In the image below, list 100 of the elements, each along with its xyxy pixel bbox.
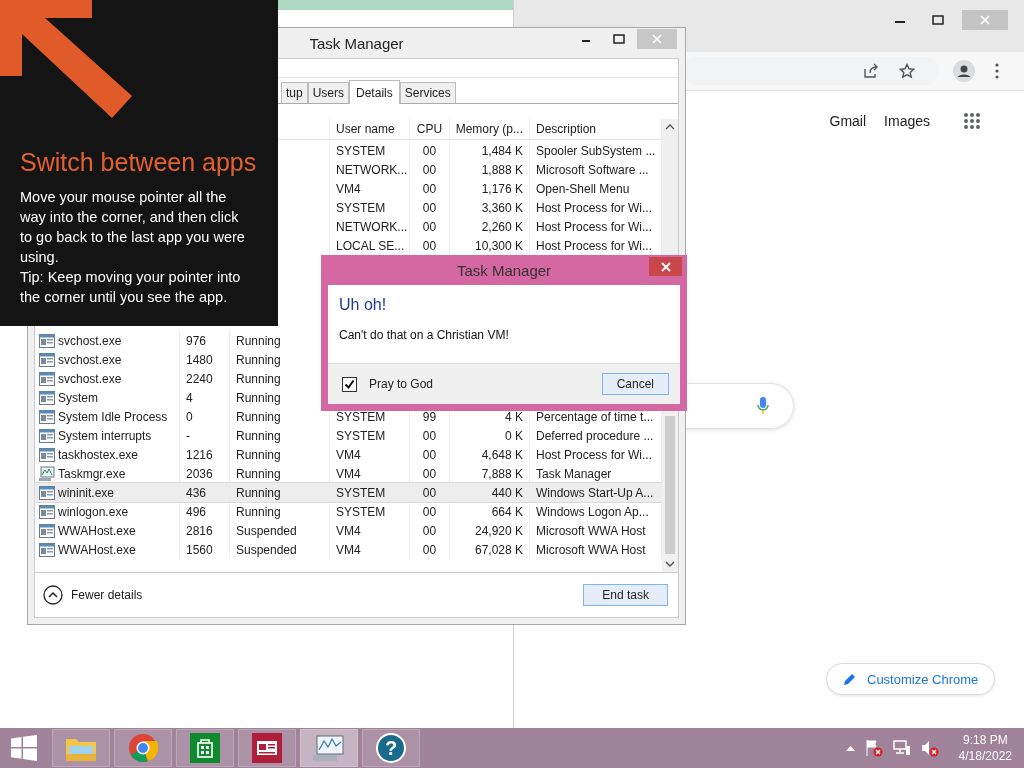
scroll-up-icon[interactable] <box>665 123 675 131</box>
table-cell: SYSTEM <box>336 428 386 443</box>
table-cell: 00 <box>422 200 437 215</box>
tab[interactable]: Services <box>399 82 456 103</box>
table-cell: 1216 <box>186 447 213 462</box>
table-row[interactable]: WWAHost.exe 2816 Suspended VM4 00 24,920 K Microsoft WWA Host <box>35 521 662 540</box>
end-task-button[interactable]: End task <box>583 584 668 606</box>
profile-avatar-icon[interactable] <box>953 60 975 82</box>
apps-grid-icon[interactable] <box>964 113 980 129</box>
application-icon <box>39 485 55 500</box>
table-cell: 00 <box>422 162 437 177</box>
scroll-down-icon[interactable] <box>665 560 675 568</box>
table-cell: 1,888 K <box>481 162 523 177</box>
column-header[interactable]: CPU <box>410 119 450 139</box>
dialog-message: Can't do that on a Christian VM! <box>339 328 510 342</box>
customize-button[interactable]: Customize Chrome <box>826 663 996 695</box>
table-cell: VM4 <box>336 542 361 557</box>
header-link[interactable]: Images <box>884 113 930 129</box>
taskbar-store-button[interactable] <box>176 729 234 767</box>
bookmark-star-icon[interactable] <box>899 63 915 79</box>
microphone-icon[interactable] <box>757 397 769 415</box>
table-cell: 1,176 K <box>481 181 523 196</box>
tab[interactable]: tup <box>281 82 308 103</box>
table-cell: SYSTEM <box>336 143 386 158</box>
taskbar-help-button[interactable]: ? <box>362 729 420 767</box>
application-icon <box>39 428 55 443</box>
table-cell: Deferred procedure ... <box>536 428 654 443</box>
taskbar-chrome-button[interactable] <box>114 729 172 767</box>
browser-logo-icon <box>128 733 158 763</box>
close-icon <box>652 34 662 44</box>
tip-title: Switch between apps <box>20 148 258 177</box>
table-row[interactable]: winlogon.exe 496 Running SYSTEM 00 664 K Windows Logon Ap... <box>35 502 662 521</box>
close-button[interactable] <box>649 257 682 276</box>
table-cell: 440 K <box>491 485 523 500</box>
table-cell: 976 <box>186 333 207 348</box>
process-name: System <box>58 390 98 405</box>
table-cell: 99 <box>422 409 437 424</box>
application-icon <box>39 409 55 424</box>
fewer-details-link[interactable]: Fewer details <box>43 585 143 605</box>
table-cell: Suspended <box>236 523 297 538</box>
tip-text: Move your mouse pointer all the way into the corner, and then click to go back to the last app you were using. <box>20 188 246 267</box>
table-cell: Running <box>236 333 281 348</box>
process-name: taskhostex.exe <box>58 447 139 462</box>
column-header[interactable]: User name <box>330 119 410 139</box>
tip-text: Tip: Keep moving your pointer into the corner until you see the app. <box>20 268 242 307</box>
table-cell: 7,888 K <box>481 466 523 481</box>
table-cell: 1480 <box>186 352 213 367</box>
table-cell: Microsoft Software ... <box>536 162 649 177</box>
tab[interactable]: Details <box>349 80 400 104</box>
scroll-thumb[interactable] <box>665 416 675 554</box>
table-cell: 00 <box>422 485 437 500</box>
process-name: winlogon.exe <box>58 504 129 519</box>
share-icon[interactable] <box>863 63 879 79</box>
table-row[interactable]: WWAHost.exe 1560 Suspended VM4 00 67,028 K Microsoft WWA Host <box>35 540 662 559</box>
process-name: svchost.exe <box>58 333 122 348</box>
process-name: wininit.exe <box>58 485 115 500</box>
checkbox-label: Pray to God <box>369 377 434 391</box>
cancel-button[interactable]: Cancel <box>601 373 669 395</box>
menu-icon[interactable] <box>995 63 999 79</box>
checkbox[interactable] <box>342 376 357 392</box>
table-cell: 496 <box>186 504 207 519</box>
table-cell: Suspended <box>236 542 297 557</box>
taskbar-news-button[interactable] <box>238 729 296 767</box>
table-row[interactable]: taskhostex.exe 1216 Running VM4 00 4,648 K Host Process for Wi... <box>35 445 662 464</box>
taskbar-taskmgr-button[interactable] <box>300 729 358 767</box>
table-row[interactable]: System interrupts - Running SYSTEM 00 0 K Deferred procedure ... <box>35 426 662 445</box>
table-cell: SYSTEM <box>336 485 386 500</box>
table-cell: 2,260 K <box>481 219 523 234</box>
table-cell: SYSTEM <box>336 409 386 424</box>
column-header[interactable]: Memory (p... <box>450 119 530 139</box>
table-row[interactable]: wininit.exe 436 Running SYSTEM 00 440 K Windows Start-Up A... <box>35 483 662 502</box>
table-cell: VM4 <box>336 181 361 196</box>
table-cell: Running <box>236 371 281 386</box>
table-cell: VM4 <box>336 447 361 462</box>
table-cell: 00 <box>422 523 437 538</box>
table-cell: Host Process for Wi... <box>536 447 653 462</box>
tab[interactable]: Users <box>307 82 350 103</box>
windows-logo-icon[interactable] <box>11 735 37 761</box>
caret-up-icon[interactable] <box>845 745 855 751</box>
dialog-title: Task Manager <box>456 261 552 279</box>
header-link[interactable]: Gmail <box>829 113 867 129</box>
maximize-icon <box>613 34 625 44</box>
network-icon[interactable] <box>892 739 911 757</box>
volume-muted-icon[interactable] <box>920 739 939 757</box>
table-cell: 00 <box>422 447 437 462</box>
process-name: WWAHost.exe <box>58 542 136 557</box>
close-icon <box>660 261 671 272</box>
table-cell: Running <box>236 485 281 500</box>
process-name: svchost.exe <box>58 371 122 386</box>
flag-error-icon[interactable] <box>864 739 883 757</box>
application-icon <box>39 504 55 519</box>
process-name: Taskmgr.exe <box>58 466 126 481</box>
table-cell: 2240 <box>186 371 213 386</box>
maximize-icon <box>932 15 944 25</box>
process-name: System interrupts <box>58 428 152 443</box>
table-cell: 67,028 K <box>474 542 523 557</box>
table-cell: Running <box>236 390 281 405</box>
table-cell: 00 <box>422 504 437 519</box>
table-cell: VM4 <box>336 466 361 481</box>
table-cell: 664 K <box>491 504 523 519</box>
